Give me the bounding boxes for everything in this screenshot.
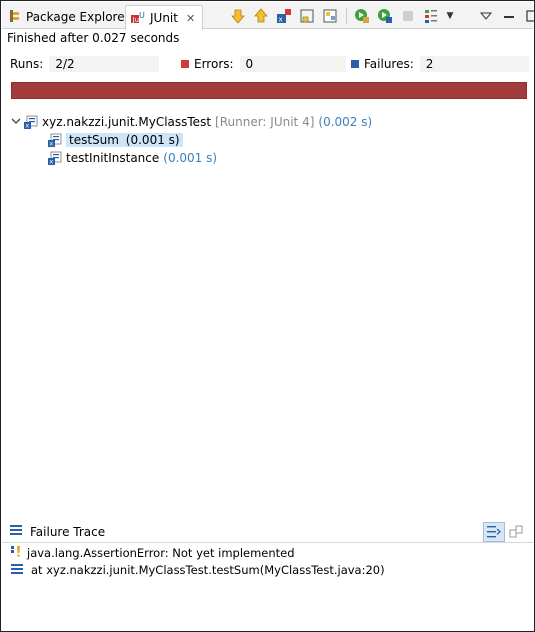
close-icon[interactable]: ✕ [186,12,195,25]
failures-label: Failures: [364,57,414,71]
runs-counter: Runs: 2/2 [10,55,160,73]
tab-junit[interactable]: Ju U JUnit ✕ [125,5,203,30]
trace-line-stack-frame[interactable]: at xyz.nakzzi.junit.MyClassTest.testSum(… [11,562,385,578]
progress-bar [11,82,527,99]
history-icon[interactable] [420,5,442,27]
tree-item-test-init-instance[interactable]: x testInitInstance (0.001 s) [47,149,217,167]
minimize-icon[interactable] [498,5,520,27]
compare-result-icon[interactable] [505,522,527,542]
tab-package-explorer-label: Package Explorer [26,10,130,24]
errors-value: 0 [239,56,346,72]
test-failed-icon: x [47,151,62,166]
failures-only-icon[interactable]: x [273,5,295,27]
errors-label: Errors: [194,57,234,71]
failures-value: 2 [419,56,529,72]
view-menu-icon[interactable] [475,5,497,27]
tree-item-test-sum[interactable]: x testSum (0.001 s) [47,131,183,149]
arrow-up-icon[interactable] [250,5,272,27]
test-class-name: xyz.nakzzi.junit.MyClassTest [42,115,212,129]
stop-icon[interactable] [397,5,419,27]
test-init-instance-time: (0.001 s) [163,151,218,165]
toolbar-separator [346,8,347,24]
trace-line-exception[interactable]: java.lang.AssertionError: Not yet implem… [11,545,295,561]
svg-text:U: U [139,11,145,20]
runs-value: 2/2 [49,56,160,72]
test-failed-icon: x [47,133,62,148]
error-icon [181,60,189,68]
chevron-down-icon[interactable] [11,116,23,129]
trace-stack-frame-text: at xyz.nakzzi.junit.MyClassTest.testSum(… [31,563,385,577]
test-class-time: (0.002 s) [318,115,373,129]
test-sum-selection: testSum (0.001 s) [66,133,183,147]
test-init-instance-name: testInitInstance [66,151,160,165]
svg-text:x: x [279,16,283,24]
test-runner: [Runner: JUnit 4] [215,115,315,129]
failure-trace-header: Failure Trace [2,521,533,543]
failure-icon [351,60,359,68]
tree-item-test-class[interactable]: x xyz.nakzzi.junit.MyClassTest [Runner: … [11,113,372,131]
stack-frame-icon [11,563,23,578]
svg-text:x: x [49,139,53,147]
failure-trace-icon [10,524,22,539]
tab-bar: Package Explorer Ju U JUnit ✕ x ▼ [2,2,535,30]
junit-icon: Ju U [130,10,146,27]
exception-icon [11,545,23,561]
failures-counter: Failures: 2 [351,55,529,73]
test-sum-time: (0.001 s) [125,133,180,147]
counters-row: Runs: 2/2 Errors: 0 Failures: 2 [7,55,529,73]
hierarchy-icon[interactable] [319,5,341,27]
runs-label: Runs: [10,57,44,71]
junit-view: Package Explorer Ju U JUnit ✕ x ▼ Finish… [0,0,535,632]
failure-trace-toolbar [483,522,527,542]
trace-exception-text: java.lang.AssertionError: Not yet implem… [27,546,295,560]
failure-trace-title: Failure Trace [30,524,106,539]
arrow-down-icon[interactable] [227,5,249,27]
tab-junit-label: JUnit [150,11,178,25]
svg-text:Ju: Ju [132,16,140,24]
filter-stack-icon[interactable] [483,522,505,542]
package-explorer-icon [8,9,22,26]
maximize-icon[interactable] [521,5,535,27]
rerun-failed-icon[interactable] [374,5,396,27]
errors-counter: Errors: 0 [181,55,346,73]
svg-text:x: x [49,157,53,165]
scroll-lock-icon[interactable] [296,5,318,27]
tab-package-explorer[interactable]: Package Explorer [8,5,130,29]
test-suite-failed-icon: x [23,115,38,130]
test-sum-name: testSum [69,133,119,147]
chevron-down-icon[interactable]: ▼ [443,5,457,27]
rerun-icon[interactable] [351,5,373,27]
view-toolbar: x ▼ [227,5,535,27]
run-status: Finished after 0.027 seconds [7,31,180,45]
svg-text:x: x [25,121,29,129]
